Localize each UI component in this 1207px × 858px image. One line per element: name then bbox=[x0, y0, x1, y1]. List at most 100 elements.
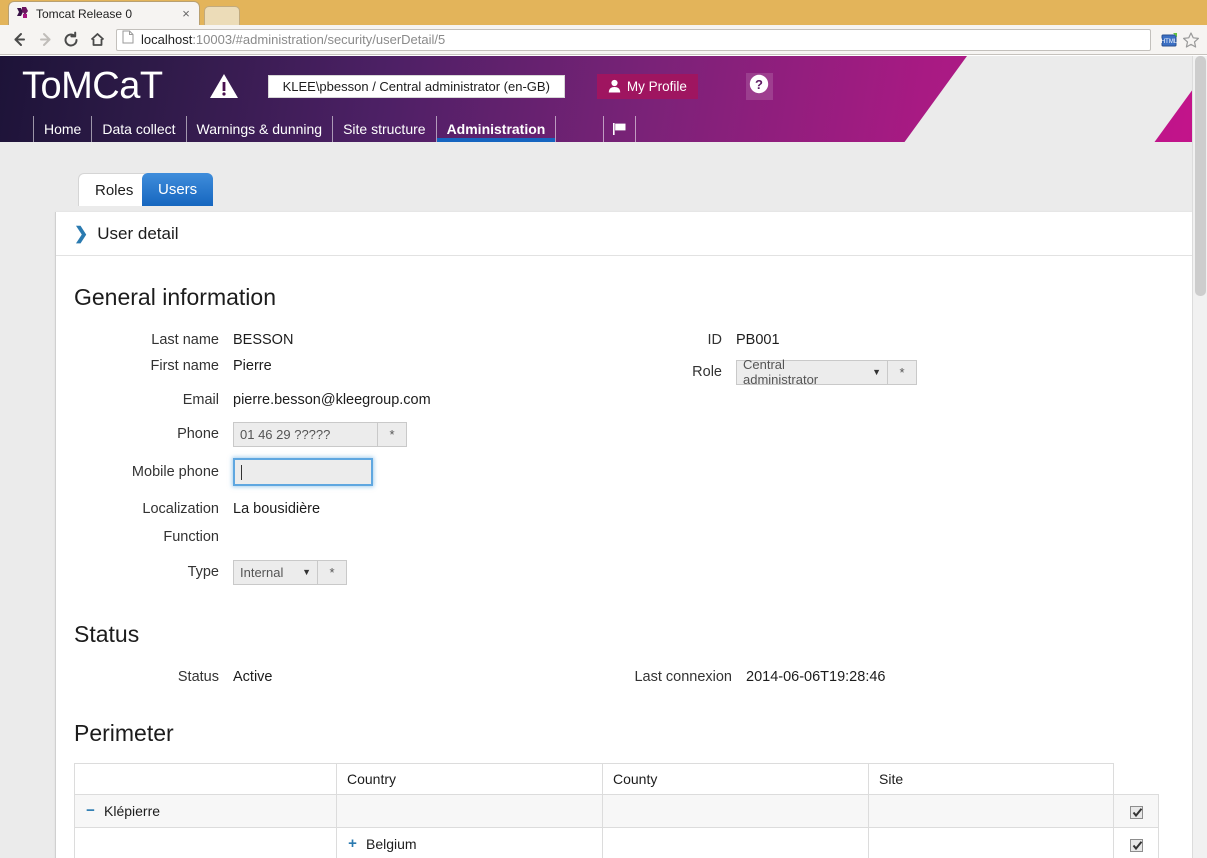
status-right-column: Last connexion 2014-06-06T19:28:46 bbox=[616, 664, 1086, 690]
help-button[interactable]: ? bbox=[745, 72, 773, 100]
field-phone: Phone 01 46 29 ????? * bbox=[56, 418, 616, 450]
email-value: pierre.besson@kleegroup.com bbox=[233, 391, 431, 408]
panel-body: General information Last name BESSON Fir… bbox=[56, 256, 1196, 858]
home-icon[interactable] bbox=[84, 27, 110, 53]
role-input-group: Central administrator ▼ * bbox=[736, 357, 917, 387]
role-label: Role bbox=[692, 364, 722, 380]
last-connexion-value: 2014-06-06T19:28:46 bbox=[746, 668, 886, 685]
type-select-value: Internal bbox=[240, 564, 284, 580]
mobile-phone-input[interactable] bbox=[233, 458, 373, 486]
table-header-row: Country County Site bbox=[74, 763, 1159, 795]
checkmark-icon[interactable] bbox=[1129, 838, 1143, 852]
field-last-connexion: Last connexion 2014-06-06T19:28:46 bbox=[616, 664, 1086, 689]
chevron-down-icon: ▼ bbox=[302, 567, 311, 577]
mobile-phone-label: Mobile phone bbox=[131, 464, 219, 480]
status-section: Status Active Last connexion 2014-06-06T… bbox=[56, 664, 1196, 690]
field-id: ID PB001 bbox=[616, 327, 1086, 352]
perimeter-table-head: Country County Site bbox=[74, 763, 1159, 795]
main-navigation: Home Data collect Warnings & dunning Sit… bbox=[0, 116, 1207, 142]
chevron-down-icon: ▼ bbox=[872, 367, 881, 377]
header-top-row: ToMCaT KLEE\pbesson / Central administra… bbox=[0, 56, 1207, 116]
text-caret bbox=[241, 465, 242, 481]
mobile-phone-input-group bbox=[233, 458, 373, 486]
checkmark-icon[interactable] bbox=[1129, 805, 1143, 819]
my-profile-button[interactable]: My Profile bbox=[596, 73, 698, 99]
nav-item-site-structure[interactable]: Site structure bbox=[333, 116, 437, 142]
perimeter-table: Country County Site − Klépierre + Belgiu… bbox=[74, 763, 1159, 858]
perimeter-heading: Perimeter bbox=[74, 720, 174, 746]
nav-item-home[interactable]: Home bbox=[33, 116, 93, 142]
nav-item-data-collect[interactable]: Data collect bbox=[92, 116, 187, 142]
application-area: ToMCaT KLEE\pbesson / Central administra… bbox=[0, 56, 1207, 858]
row-checkbox-cell[interactable] bbox=[1113, 827, 1159, 858]
last-connexion-label: Last connexion bbox=[634, 668, 732, 685]
url-bar[interactable]: localhost:10003/#administration/security… bbox=[116, 28, 1151, 51]
field-type: Type Internal ▼ * bbox=[56, 556, 616, 588]
app-logo: ToMCaT bbox=[22, 65, 163, 107]
general-left-column: Last name BESSON First name Pierre Email… bbox=[56, 327, 616, 589]
th-site: Site bbox=[868, 763, 1114, 795]
browser-tabstrip: Tomcat Release 0 × bbox=[0, 0, 1207, 25]
forward-arrow-icon bbox=[32, 27, 58, 53]
svg-text:?: ? bbox=[755, 77, 763, 92]
general-right-column: ID PB001 Role Central administrator ▼ * bbox=[616, 327, 1086, 589]
html-validator-icon[interactable]: HTML bbox=[1159, 30, 1179, 50]
page-tabs: Roles Users bbox=[0, 171, 1207, 206]
perimeter-table-body: − Klépierre + Belgium bbox=[74, 794, 1159, 858]
nav-item-administration[interactable]: Administration bbox=[436, 116, 557, 142]
th-country: Country bbox=[336, 763, 603, 795]
new-tab-button[interactable] bbox=[204, 6, 240, 25]
field-last-name: Last name BESSON bbox=[56, 327, 616, 352]
type-select[interactable]: Internal ▼ bbox=[233, 559, 318, 585]
tab-users[interactable]: Users bbox=[142, 173, 214, 206]
table-row[interactable]: − Klépierre bbox=[74, 794, 1159, 828]
warning-triangle-icon[interactable] bbox=[207, 69, 241, 103]
row-site-cell bbox=[868, 794, 1114, 828]
back-arrow-icon[interactable] bbox=[6, 27, 32, 53]
star-icon[interactable] bbox=[1181, 30, 1201, 50]
nav-item-warnings-dunning[interactable]: Warnings & dunning bbox=[187, 116, 334, 142]
th-county: County bbox=[602, 763, 869, 795]
page-scrollbar-thumb[interactable] bbox=[1195, 56, 1206, 296]
type-label: Type bbox=[187, 564, 219, 580]
row-country-cell bbox=[336, 794, 603, 828]
tab-roles[interactable]: Roles bbox=[78, 173, 151, 206]
first-name-label: First name bbox=[150, 357, 220, 374]
field-mobile-phone: Mobile phone bbox=[56, 456, 616, 488]
email-label: Email bbox=[182, 391, 219, 408]
url-host: localhost bbox=[141, 32, 193, 47]
status-value: Active bbox=[233, 668, 273, 685]
reload-icon[interactable] bbox=[58, 27, 84, 53]
type-required-button[interactable]: * bbox=[318, 559, 347, 585]
row-county-cell bbox=[602, 827, 869, 858]
table-row[interactable]: + Belgium bbox=[74, 827, 1159, 858]
svg-text:HTML: HTML bbox=[1161, 39, 1178, 45]
flag-icon[interactable] bbox=[603, 116, 637, 142]
expand-toggle-icon[interactable]: + bbox=[347, 836, 358, 851]
page-scrollbar[interactable] bbox=[1192, 56, 1207, 858]
row-label: Klépierre bbox=[104, 803, 161, 819]
row-country-cell: + Belgium bbox=[336, 827, 603, 858]
row-label: Belgium bbox=[366, 836, 417, 852]
question-mark-icon: ? bbox=[748, 73, 770, 100]
row-group-cell bbox=[74, 827, 337, 858]
user-icon bbox=[608, 79, 621, 93]
general-information-heading: General information bbox=[74, 284, 276, 310]
role-select-value: Central administrator bbox=[743, 357, 819, 387]
role-select[interactable]: Central administrator ▼ bbox=[736, 357, 888, 387]
collapse-toggle-icon[interactable]: − bbox=[85, 803, 96, 818]
status-left-column: Status Active bbox=[56, 664, 616, 690]
browser-tab[interactable]: Tomcat Release 0 × bbox=[8, 1, 200, 25]
phone-label: Phone bbox=[177, 426, 219, 442]
status-label: Status bbox=[177, 668, 219, 685]
id-value: PB001 bbox=[736, 331, 780, 348]
row-checkbox-cell[interactable] bbox=[1113, 794, 1159, 828]
role-required-button[interactable]: * bbox=[888, 359, 917, 385]
phone-input[interactable]: 01 46 29 ????? bbox=[233, 421, 378, 447]
browser-tab-close-icon[interactable]: × bbox=[179, 7, 193, 21]
app-header: ToMCaT KLEE\pbesson / Central administra… bbox=[0, 56, 1207, 142]
phone-required-button[interactable]: * bbox=[378, 421, 407, 447]
url-text: localhost:10003/#administration/security… bbox=[141, 32, 445, 47]
page-title: User detail bbox=[97, 223, 179, 243]
status-heading: Status bbox=[74, 621, 140, 647]
